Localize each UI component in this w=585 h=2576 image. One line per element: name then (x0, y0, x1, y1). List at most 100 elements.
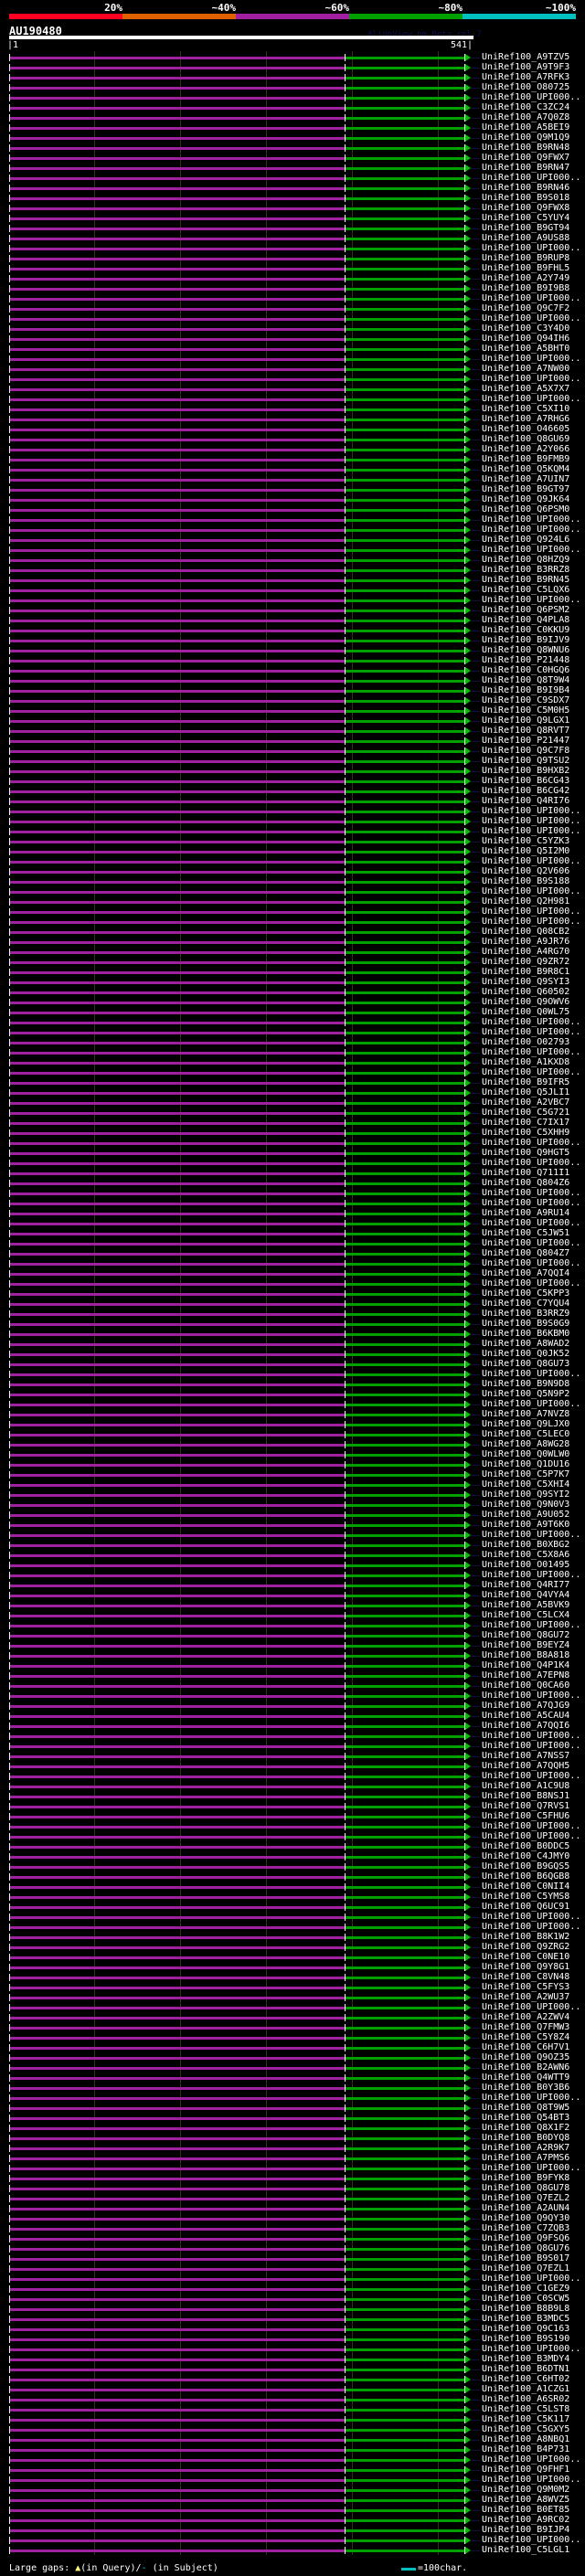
hit-row[interactable]: UniRef100_C5LGL1 (0, 2545, 585, 2556)
alignment-segment (9, 1444, 345, 1447)
boundary-tick (9, 2275, 10, 2283)
alignment-segment (9, 599, 345, 602)
boundary-tick (344, 205, 346, 212)
boundary-tick (344, 2456, 346, 2464)
subject-overhang (470, 1284, 480, 1285)
boundary-tick (344, 1341, 346, 1348)
subject-overhang (470, 2420, 480, 2421)
boundary-tick (344, 94, 346, 101)
alignment-segment (9, 308, 345, 311)
alignment-segment (9, 1142, 345, 1145)
alignment-segment (9, 1956, 345, 1959)
boundary-tick (344, 84, 346, 91)
alignment-segment (344, 1977, 464, 1979)
boundary-tick (9, 2376, 10, 2383)
alignment-segment (344, 1926, 464, 1929)
subject-overhang (470, 2540, 480, 2541)
boundary-tick (344, 1039, 346, 1046)
boundary-tick (9, 2436, 10, 2443)
boundary-tick (344, 1351, 346, 1358)
alignment-segment (9, 1987, 345, 1989)
boundary-tick (344, 627, 346, 634)
alignment-segment (344, 951, 464, 954)
subject-overhang (470, 1264, 480, 1265)
percent-label: ~100% (545, 2, 576, 14)
boundary-tick (344, 1240, 346, 1247)
boundary-tick (9, 1733, 10, 1740)
alignment-segment (9, 338, 345, 341)
alignment-segment (9, 248, 345, 250)
boundary-tick (344, 2376, 346, 2383)
alignment-segment (344, 2238, 464, 2241)
subject-overhang (470, 761, 480, 762)
boundary-tick (344, 1260, 346, 1267)
alignment-segment (9, 1132, 345, 1135)
boundary-tick (9, 396, 10, 403)
boundary-tick (9, 2476, 10, 2484)
boundary-tick (344, 2084, 346, 2092)
subject-overhang (470, 1113, 480, 1114)
boundary-tick (9, 1009, 10, 1016)
alignment-segment (9, 67, 345, 69)
boundary-tick (344, 2306, 346, 2313)
boundary-tick (9, 717, 10, 725)
boundary-tick (9, 707, 10, 715)
boundary-tick (344, 2537, 346, 2544)
alignment-segment (344, 1806, 464, 1808)
subject-overhang (470, 882, 480, 883)
alignment-segment (344, 1595, 464, 1597)
alignment-segment (344, 861, 464, 864)
boundary-tick (9, 2004, 10, 2011)
boundary-tick (344, 416, 346, 423)
alignment-segment (9, 971, 345, 974)
alignment-segment (9, 1524, 345, 1527)
boundary-tick (9, 1150, 10, 1157)
identity-color-segment (349, 14, 463, 19)
alignment-segment (9, 710, 345, 713)
alignment-segment (344, 921, 464, 924)
alignment-segment (9, 1363, 345, 1366)
subject-overhang (470, 842, 480, 843)
alignment-segment (344, 2007, 464, 2009)
boundary-tick (9, 154, 10, 162)
alignment-segment (9, 328, 345, 331)
alignment-segment (9, 499, 345, 502)
subject-overhang (470, 1656, 480, 1657)
hit-label[interactable]: UniRef100_C5LGL1 (482, 2545, 569, 2556)
boundary-tick (9, 858, 10, 865)
boundary-tick (344, 1401, 346, 1408)
boundary-tick (9, 1582, 10, 1589)
subject-overhang (470, 580, 480, 581)
alignment-segment (344, 2489, 464, 2492)
alignment-segment (9, 2409, 345, 2412)
boundary-tick (9, 1391, 10, 1398)
boundary-tick (9, 2517, 10, 2524)
alignment-segment (9, 640, 345, 642)
boundary-tick (344, 2185, 346, 2192)
subject-overhang (470, 1555, 480, 1556)
alignment-segment (344, 1735, 464, 1738)
subject-overhang (470, 942, 480, 943)
subject-overhang (470, 1967, 480, 1968)
alignment-segment (9, 921, 345, 924)
boundary-tick (9, 1029, 10, 1036)
alignment-segment (9, 690, 345, 693)
boundary-tick (9, 1803, 10, 1810)
alignment-segment (9, 2198, 345, 2200)
alignment-segment (344, 1956, 464, 1959)
subject-overhang (470, 1425, 480, 1426)
boundary-tick (344, 878, 346, 885)
alignment-segment (344, 2399, 464, 2401)
alignment-segment (344, 368, 464, 371)
boundary-tick (344, 134, 346, 142)
subject-overhang (470, 2460, 480, 2461)
alignment-segment (344, 2208, 464, 2210)
boundary-tick (9, 1763, 10, 1770)
boundary-tick (9, 2014, 10, 2021)
alignment-segment (9, 1534, 345, 1537)
alignment-segment (9, 1012, 345, 1014)
boundary-tick (9, 2125, 10, 2132)
alignment-segment (9, 1383, 345, 1386)
subject-overhang (470, 118, 480, 119)
boundary-tick (344, 818, 346, 825)
